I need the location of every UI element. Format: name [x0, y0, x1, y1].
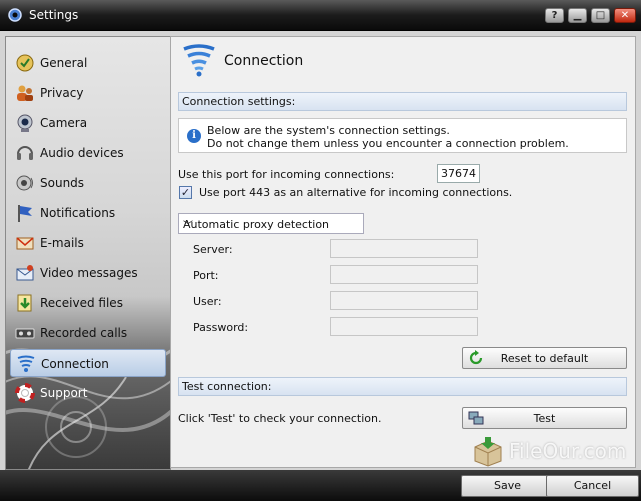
connection-icon: [17, 355, 35, 372]
port-label: Use this port for incoming connections:: [178, 168, 395, 181]
save-button[interactable]: Save: [461, 475, 554, 497]
camera-icon: [17, 114, 33, 132]
cancel-button[interactable]: Cancel: [546, 475, 639, 497]
sidebar-item-connection[interactable]: Connection: [10, 349, 166, 377]
sidebar-item-camera[interactable]: Camera: [10, 109, 166, 137]
server-field[interactable]: [330, 239, 478, 258]
info-box: i Below are the system's connection sett…: [178, 118, 627, 153]
proxy-select[interactable]: Automatic proxy detection ﹀: [178, 213, 364, 234]
info-line-1: Below are the system's connection settin…: [207, 124, 450, 137]
watermark-box-icon: [474, 437, 502, 467]
chevron-down-icon: ﹀: [183, 221, 193, 232]
user-label: User:: [193, 295, 222, 308]
sidebar-item-general[interactable]: General: [10, 49, 166, 77]
user-field[interactable]: [330, 291, 478, 310]
watermark: FileOur.com: [467, 435, 633, 469]
window-title: Settings: [29, 8, 79, 22]
info-line-2: Do not change them unless you encounter …: [207, 137, 569, 150]
sidebar-item-sounds[interactable]: Sounds: [10, 169, 166, 197]
page-title: Connection: [224, 53, 304, 69]
minimize-button[interactable]: ▁: [568, 8, 587, 23]
sounds-icon: [16, 175, 33, 191]
general-icon: [16, 54, 34, 72]
sidebar-item-privacy[interactable]: Privacy: [10, 79, 166, 107]
sidebar-item-emails[interactable]: E-mails: [10, 229, 166, 257]
use-443-label: Use port 443 as an alternative for incom…: [199, 186, 513, 199]
title-bar[interactable]: Settings ? ▁ □ ✕: [0, 0, 641, 31]
settings-window: Settings ? ▁ □ ✕ General Privacy Camera: [0, 0, 641, 501]
info-icon: i: [187, 129, 201, 143]
port-field-label: Port:: [193, 269, 219, 282]
sidebar-item-support[interactable]: Support: [10, 379, 166, 407]
privacy-icon: [17, 85, 33, 101]
sidebar-item-video-messages[interactable]: Video messages: [10, 259, 166, 287]
emails-icon: [16, 237, 34, 250]
port-input[interactable]: 37674: [437, 164, 480, 183]
support-icon: [15, 383, 35, 403]
footer-bar: Save Cancel: [0, 470, 641, 501]
settings-gear-icon: [8, 8, 22, 22]
connection-header-icon: [183, 44, 215, 77]
sidebar-item-recorded-calls[interactable]: Recorded calls: [10, 319, 166, 347]
help-button[interactable]: ?: [545, 8, 564, 23]
server-label: Server:: [193, 243, 233, 256]
password-label: Password:: [193, 321, 249, 334]
recorded-calls-icon: [15, 328, 35, 339]
notifications-icon: [18, 205, 32, 222]
reset-to-default-button[interactable]: Reset to default: [462, 347, 627, 369]
connection-panel: Connection Connection settings: i Below …: [170, 36, 636, 468]
maximize-button[interactable]: □: [591, 8, 610, 23]
test-connection-header: Test connection:: [178, 377, 627, 396]
sidebar-item-audio-devices[interactable]: Audio devices: [10, 139, 166, 167]
close-button[interactable]: ✕: [614, 8, 636, 23]
test-hint: Click 'Test' to check your connection.: [178, 412, 382, 425]
connection-settings-header: Connection settings:: [178, 92, 627, 111]
video-messages-icon: [16, 265, 34, 281]
received-files-icon: [17, 294, 32, 312]
audio-devices-icon: [17, 146, 33, 160]
use-443-checkbox[interactable]: ✓: [179, 186, 192, 199]
proxy-port-field[interactable]: [330, 265, 478, 284]
password-field[interactable]: [330, 317, 478, 336]
test-button[interactable]: Test: [462, 407, 627, 429]
sidebar: General Privacy Camera Audio devices Sou…: [5, 36, 171, 470]
sidebar-item-notifications[interactable]: Notifications: [10, 199, 166, 227]
sidebar-item-received-files[interactable]: Received files: [10, 289, 166, 317]
